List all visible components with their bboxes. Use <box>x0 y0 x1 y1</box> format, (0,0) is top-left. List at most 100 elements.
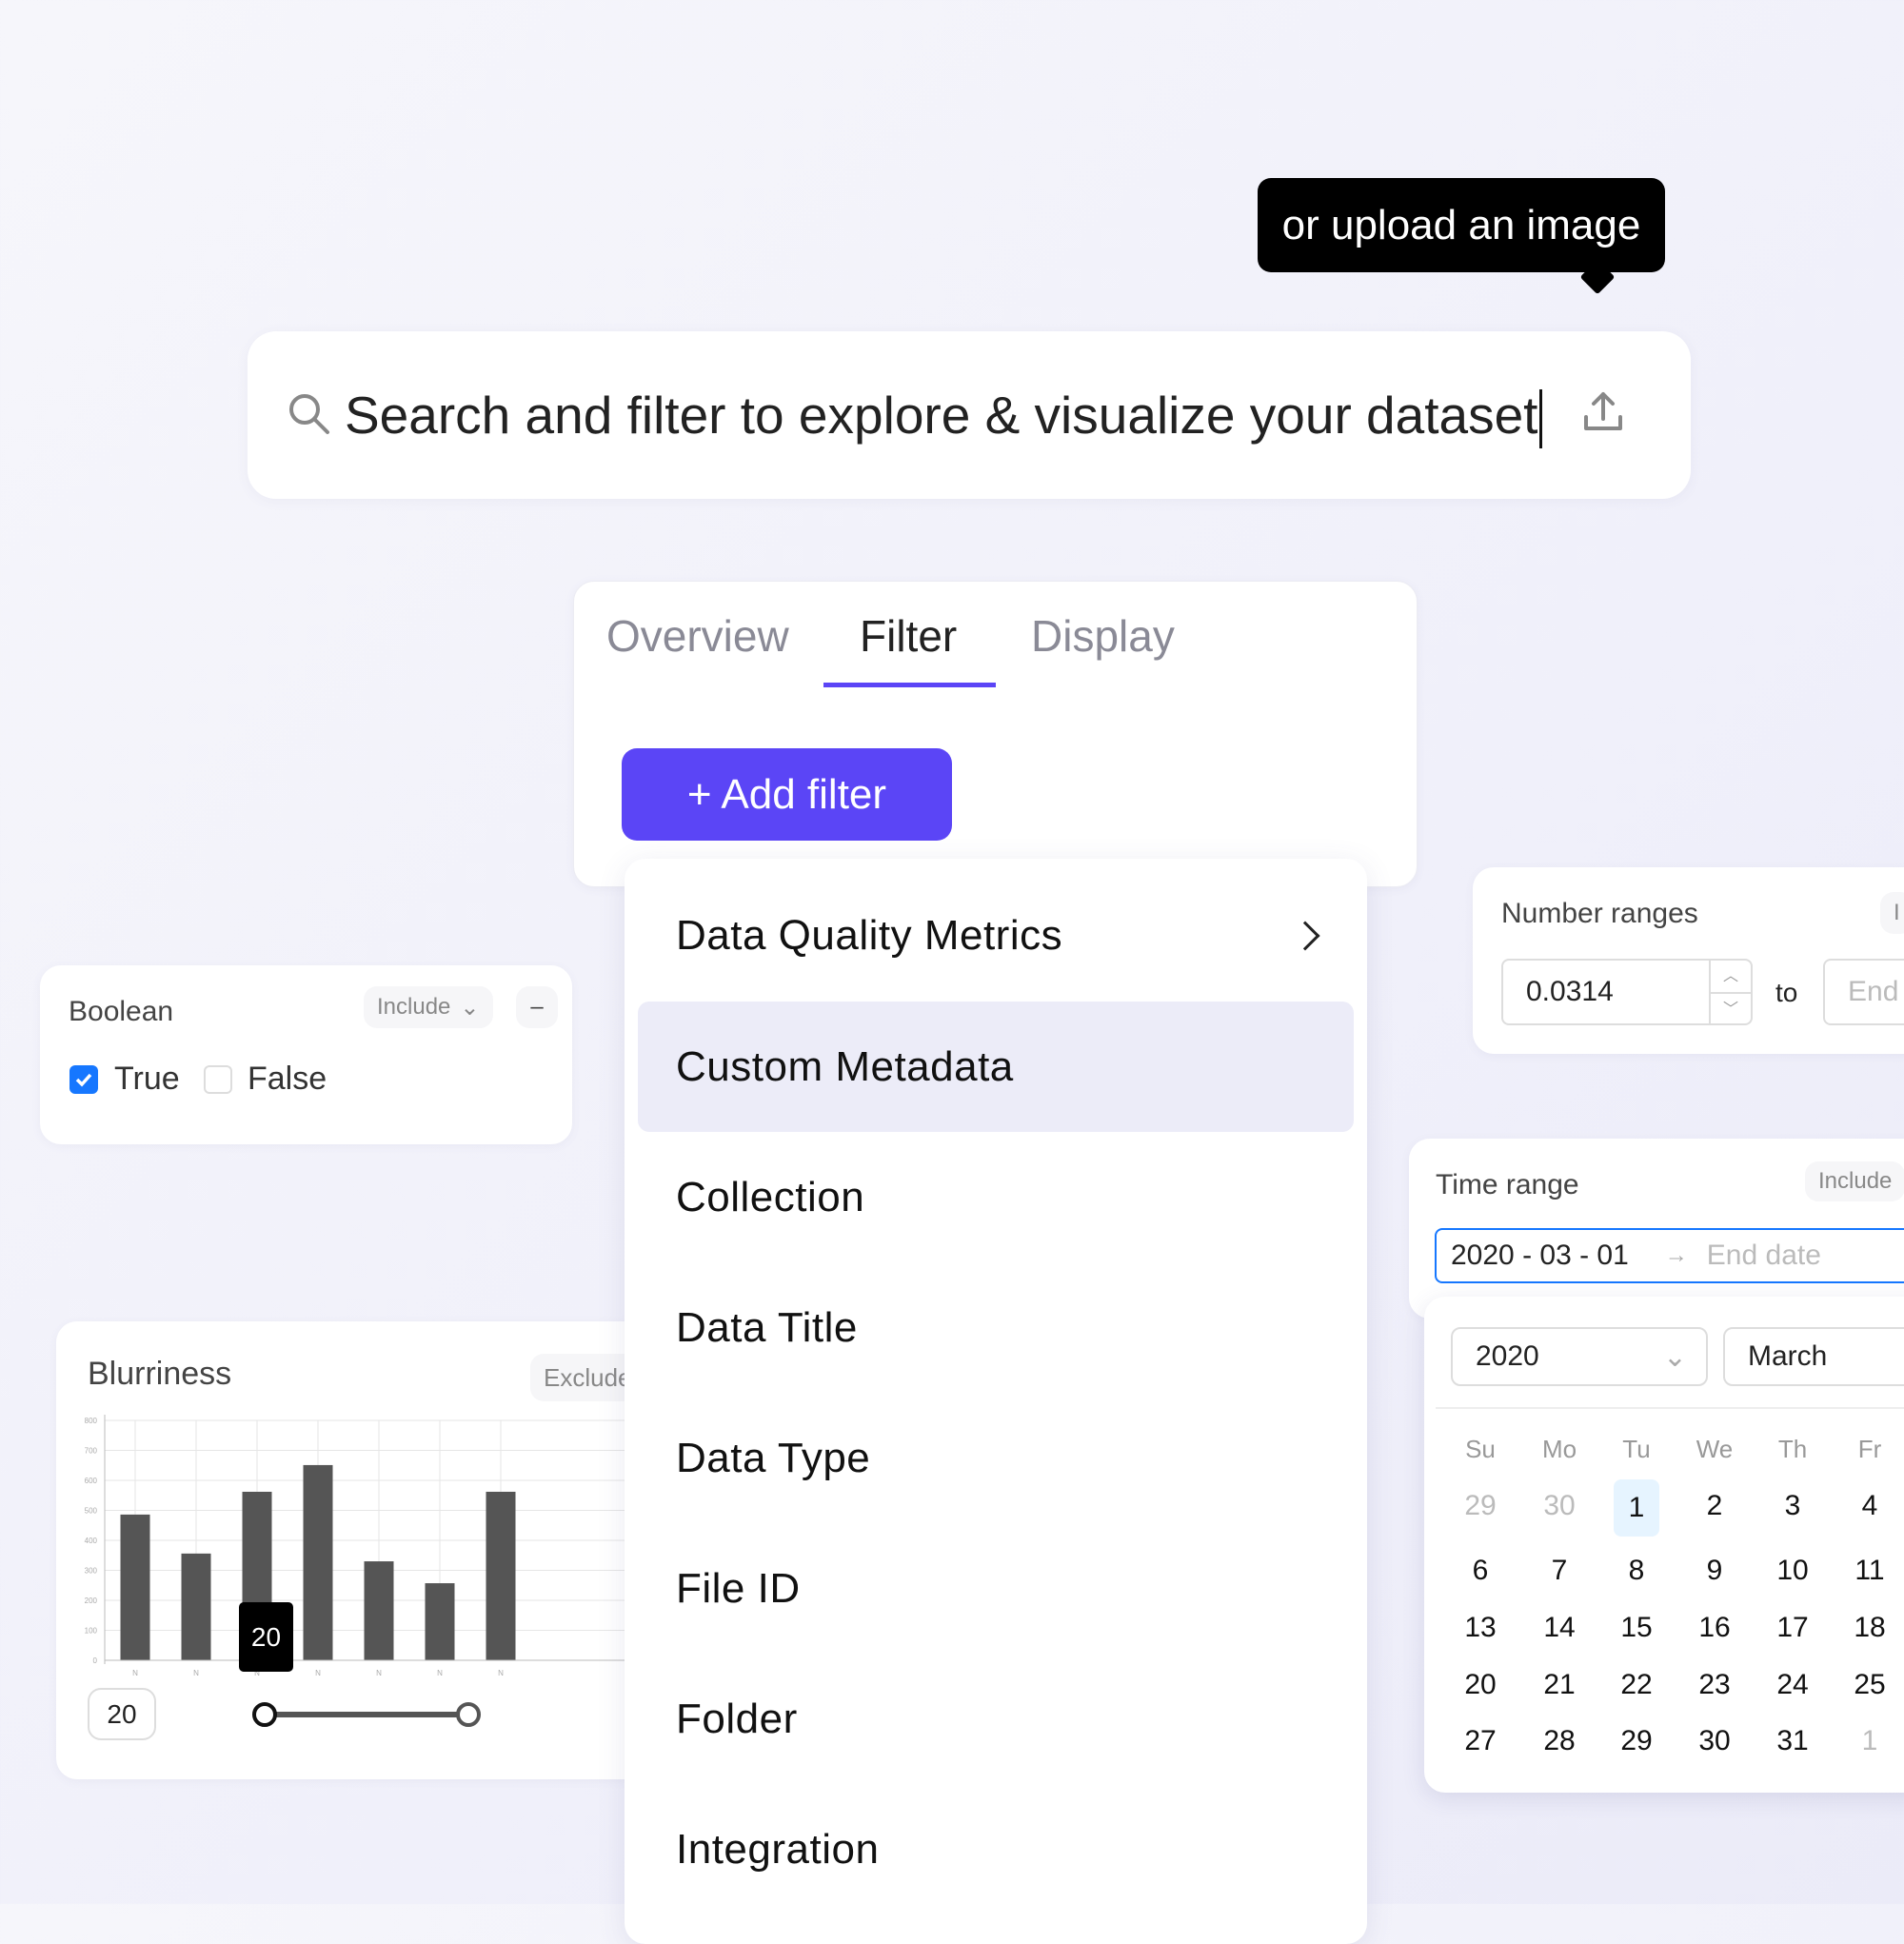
true-checkbox[interactable] <box>69 1065 98 1094</box>
weekday-header: We <box>1696 1434 1734 1463</box>
calendar-day[interactable]: 15 <box>1608 1601 1665 1655</box>
chevron-down-icon: ⌄ <box>1662 1340 1687 1373</box>
x-tick-label: N <box>376 1669 382 1677</box>
y-tick-label: 100 <box>85 1627 98 1636</box>
menu-item-data-title[interactable]: Data Title <box>638 1262 1354 1393</box>
histogram-bar <box>364 1561 394 1660</box>
filter-menu: Data Quality Metrics Custom Metadata Col… <box>625 859 1367 1944</box>
calendar-day[interactable]: 27 <box>1452 1715 1509 1768</box>
calendar-day[interactable]: 7 <box>1531 1544 1588 1597</box>
calendar-day[interactable]: 29 <box>1452 1479 1509 1533</box>
menu-item-integration[interactable]: Integration <box>638 1784 1354 1914</box>
slider-track <box>265 1712 468 1717</box>
tab-display[interactable]: Display <box>1031 610 1175 662</box>
calendar-day[interactable]: 20 <box>1452 1658 1509 1712</box>
false-checkbox[interactable] <box>204 1065 232 1094</box>
time-range-card: Time range Include 2020 - 03 - 01 → End … <box>1409 1139 1904 1319</box>
calendar-day[interactable]: 17 <box>1764 1601 1821 1655</box>
add-filter-button[interactable]: + Add filter <box>622 748 952 841</box>
weekday-header: Su <box>1465 1434 1496 1463</box>
chevron-right-icon <box>1290 920 1320 951</box>
x-tick-label: N <box>193 1669 199 1677</box>
calendar-day[interactable]: 13 <box>1452 1601 1509 1655</box>
calendar-popup: 2020 ⌄ March Su Mo Tu We Th Fr 29 30 1 2 3 4 6 7 8 9 10 11… <box>1424 1297 1904 1793</box>
calendar-day[interactable]: 9 <box>1686 1544 1743 1597</box>
remove-filter-button[interactable]: – <box>516 986 558 1028</box>
calendar-day[interactable]: 31 <box>1764 1715 1821 1768</box>
calendar-day[interactable]: 30 <box>1531 1479 1588 1533</box>
calendar-day[interactable]: 6 <box>1452 1544 1509 1597</box>
calendar-day[interactable]: 10 <box>1764 1544 1821 1597</box>
slider-max-handle[interactable] <box>456 1702 481 1727</box>
search-bar[interactable]: Search and filter to explore & visualize… <box>248 331 1691 499</box>
menu-item-folder[interactable]: Folder <box>638 1654 1354 1784</box>
chevron-up-icon[interactable]: ︿ <box>1711 961 1751 994</box>
calendar-day[interactable]: 14 <box>1531 1601 1588 1655</box>
include-select[interactable]: Include ⌄ <box>364 986 493 1028</box>
y-tick-label: 400 <box>85 1537 98 1545</box>
calendar-day[interactable]: 21 <box>1531 1658 1588 1712</box>
divider <box>1436 1407 1904 1409</box>
calendar-day[interactable]: 25 <box>1841 1658 1898 1712</box>
calendar-day[interactable]: 22 <box>1608 1658 1665 1712</box>
y-tick-label: 0 <box>93 1656 98 1665</box>
chevron-down-icon: ⌄ <box>460 994 480 1021</box>
weekday-header: Fr <box>1857 1434 1882 1463</box>
menu-item-data-quality-metrics[interactable]: Data Quality Metrics <box>638 870 1354 1001</box>
x-tick-label: N <box>437 1669 443 1677</box>
calendar-day[interactable]: 24 <box>1764 1658 1821 1712</box>
start-number-input[interactable]: 0.0314 ︿ ﹀ <box>1501 959 1753 1025</box>
calendar-day[interactable]: 3 <box>1764 1479 1821 1533</box>
min-value-input[interactable]: 20 <box>88 1688 156 1740</box>
chevron-down-icon[interactable]: ﹀ <box>1711 994 1751 1025</box>
to-label: to <box>1775 978 1798 1007</box>
include-select[interactable]: Include <box>1805 1161 1904 1201</box>
menu-item-data-type[interactable]: Data Type <box>638 1393 1354 1523</box>
calendar-day[interactable]: 28 <box>1531 1715 1588 1768</box>
slider-value-tooltip: 20 <box>239 1602 293 1672</box>
weekday-header: Mo <box>1541 1434 1577 1463</box>
tab-overview[interactable]: Overview <box>606 610 789 662</box>
arrow-right-icon: → <box>1664 1242 1688 1268</box>
calendar-day[interactable]: 18 <box>1841 1601 1898 1655</box>
calendar-day[interactable]: 4 <box>1841 1479 1898 1533</box>
search-input[interactable]: Search and filter to explore & visualize… <box>345 385 1543 449</box>
time-range-title: Time range <box>1436 1169 1579 1200</box>
calendar-day[interactable]: 2 <box>1686 1479 1743 1533</box>
histogram-bar <box>486 1491 516 1660</box>
tab-filter[interactable]: Filter <box>860 610 957 662</box>
menu-item-file-id[interactable]: File ID <box>638 1523 1354 1654</box>
number-stepper[interactable]: ︿ ﹀ <box>1709 961 1751 1023</box>
date-range-input[interactable]: 2020 - 03 - 01 → End date <box>1435 1228 1904 1283</box>
histogram-bar <box>303 1464 333 1660</box>
upload-icon[interactable] <box>1580 388 1626 436</box>
calendar-day[interactable]: 29 <box>1608 1715 1665 1768</box>
include-select[interactable]: I <box>1880 892 1904 934</box>
start-date[interactable]: 2020 - 03 - 01 <box>1451 1240 1629 1272</box>
false-label: False <box>248 1061 327 1097</box>
histogram-bar <box>425 1583 455 1660</box>
number-ranges-title: Number ranges <box>1501 898 1698 929</box>
end-date[interactable]: End date <box>1707 1240 1821 1272</box>
calendar-day[interactable]: 30 <box>1686 1715 1743 1768</box>
weekday-header: Tu <box>1622 1434 1651 1463</box>
slider-min-handle[interactable] <box>252 1702 277 1727</box>
month-select[interactable]: March <box>1723 1327 1904 1386</box>
calendar-day[interactable]: 23 <box>1686 1658 1743 1712</box>
calendar-day-selected[interactable]: 1 <box>1614 1479 1659 1537</box>
calendar-day[interactable]: 8 <box>1608 1544 1665 1597</box>
y-tick-label: 300 <box>85 1567 98 1576</box>
menu-item-custom-metadata[interactable]: Custom Metadata <box>638 1002 1354 1132</box>
menu-item-collection[interactable]: Collection <box>638 1132 1354 1262</box>
histogram-bar <box>181 1553 211 1660</box>
y-tick-label: 800 <box>85 1417 98 1425</box>
calendar-day[interactable]: 1 <box>1841 1715 1898 1768</box>
year-select[interactable]: 2020 ⌄ <box>1451 1327 1708 1386</box>
y-tick-label: 700 <box>85 1447 98 1456</box>
calendar-day[interactable]: 16 <box>1686 1601 1743 1655</box>
tabs-card: Overview Filter Display <box>573 581 1418 887</box>
calendar-day[interactable]: 11 <box>1841 1544 1898 1597</box>
active-tab-indicator <box>823 683 996 687</box>
end-number-input[interactable]: End <box>1823 959 1904 1025</box>
histogram-bar <box>120 1514 150 1660</box>
